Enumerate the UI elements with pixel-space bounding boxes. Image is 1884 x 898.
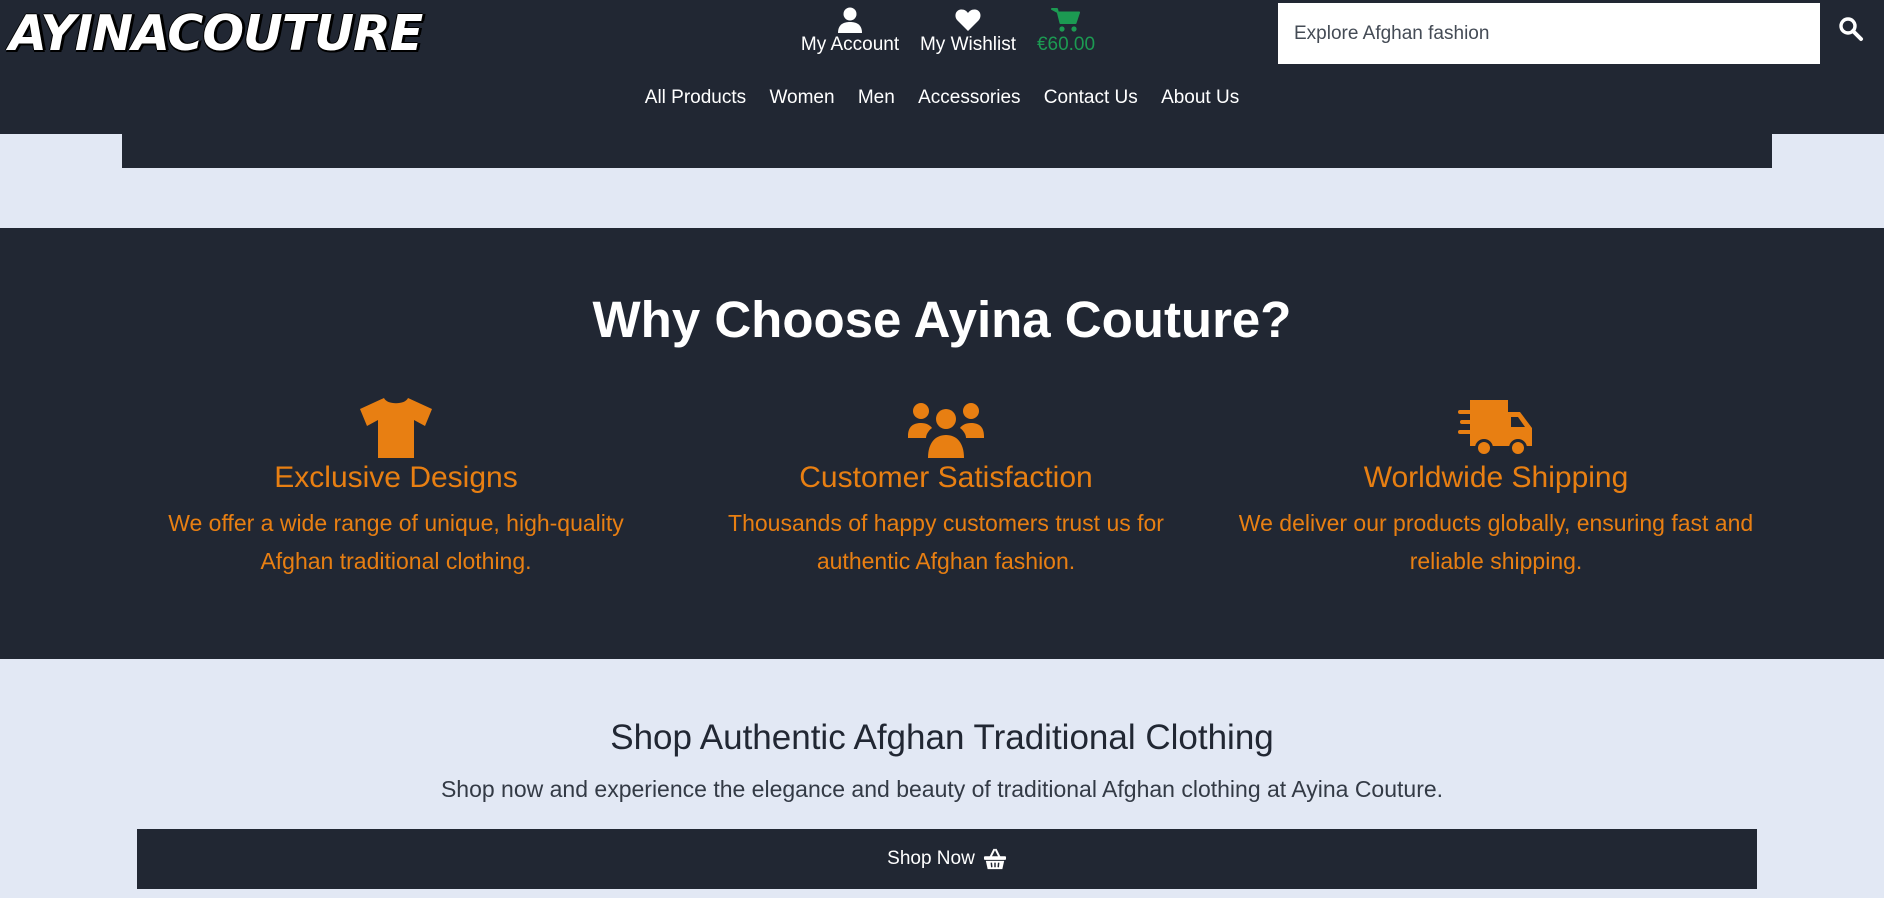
main-menu: All Products Women Men Accessories Conta… xyxy=(0,87,1884,109)
feature-text: We deliver our products globally, ensuri… xyxy=(1238,510,1754,574)
why-choose-title: Why Choose Ayina Couture? xyxy=(592,291,1292,348)
basket-icon xyxy=(983,848,1006,870)
my-wishlist-label: My Wishlist xyxy=(919,34,1017,55)
header-lower-band xyxy=(122,134,1772,168)
feature-text: We offer a wide range of unique, high-qu… xyxy=(168,510,624,574)
site-logo[interactable]: AYINACOUTURE xyxy=(9,4,423,64)
menu-accessories[interactable]: Accessories xyxy=(918,87,1020,109)
shop-now-button[interactable]: Shop Now xyxy=(137,829,1757,889)
my-account-label: My Account xyxy=(800,34,900,55)
feature-exclusive-designs: Exclusive Designs We offer a wide range … xyxy=(136,396,656,580)
cart-link[interactable]: €60.00 xyxy=(1030,6,1102,56)
user-icon xyxy=(838,7,862,33)
cta-subtitle: Shop now and experience the elegance and… xyxy=(440,776,1444,802)
shop-now-label: Shop Now xyxy=(887,848,975,869)
feature-worldwide-shipping: Worldwide Shipping We deliver our produc… xyxy=(1236,396,1756,580)
menu-women[interactable]: Women xyxy=(769,87,834,109)
site-header: AYINACOUTURE My Account My Wishlist €60.… xyxy=(0,0,1884,134)
cart-amount: €60.00 xyxy=(1036,34,1096,55)
heart-icon xyxy=(955,9,981,31)
tshirt-icon xyxy=(360,398,432,458)
search-input[interactable]: Explore Afghan fashion xyxy=(1278,3,1820,64)
search-icon[interactable] xyxy=(1836,14,1866,44)
menu-contact-us[interactable]: Contact Us xyxy=(1044,87,1138,109)
menu-all-products[interactable]: All Products xyxy=(645,87,746,109)
feature-customer-satisfaction: Customer Satisfaction Thousands of happy… xyxy=(686,396,1206,580)
cart-icon xyxy=(1051,8,1080,32)
shipping-truck-icon xyxy=(1458,400,1532,457)
feature-title: Customer Satisfaction xyxy=(799,461,1093,494)
users-icon xyxy=(908,403,984,458)
my-account-link[interactable]: My Account xyxy=(792,6,908,56)
feature-text: Thousands of happy customers trust us fo… xyxy=(728,510,1164,574)
my-wishlist-link[interactable]: My Wishlist xyxy=(913,6,1023,56)
cta-title: Shop Authentic Afghan Traditional Clothi… xyxy=(610,718,1274,757)
feature-title: Exclusive Designs xyxy=(274,461,518,494)
feature-title: Worldwide Shipping xyxy=(1363,461,1629,494)
menu-men[interactable]: Men xyxy=(858,87,895,109)
menu-about-us[interactable]: About Us xyxy=(1161,87,1239,109)
why-choose-section: Why Choose Ayina Couture? Exclusive Desi… xyxy=(0,228,1884,659)
